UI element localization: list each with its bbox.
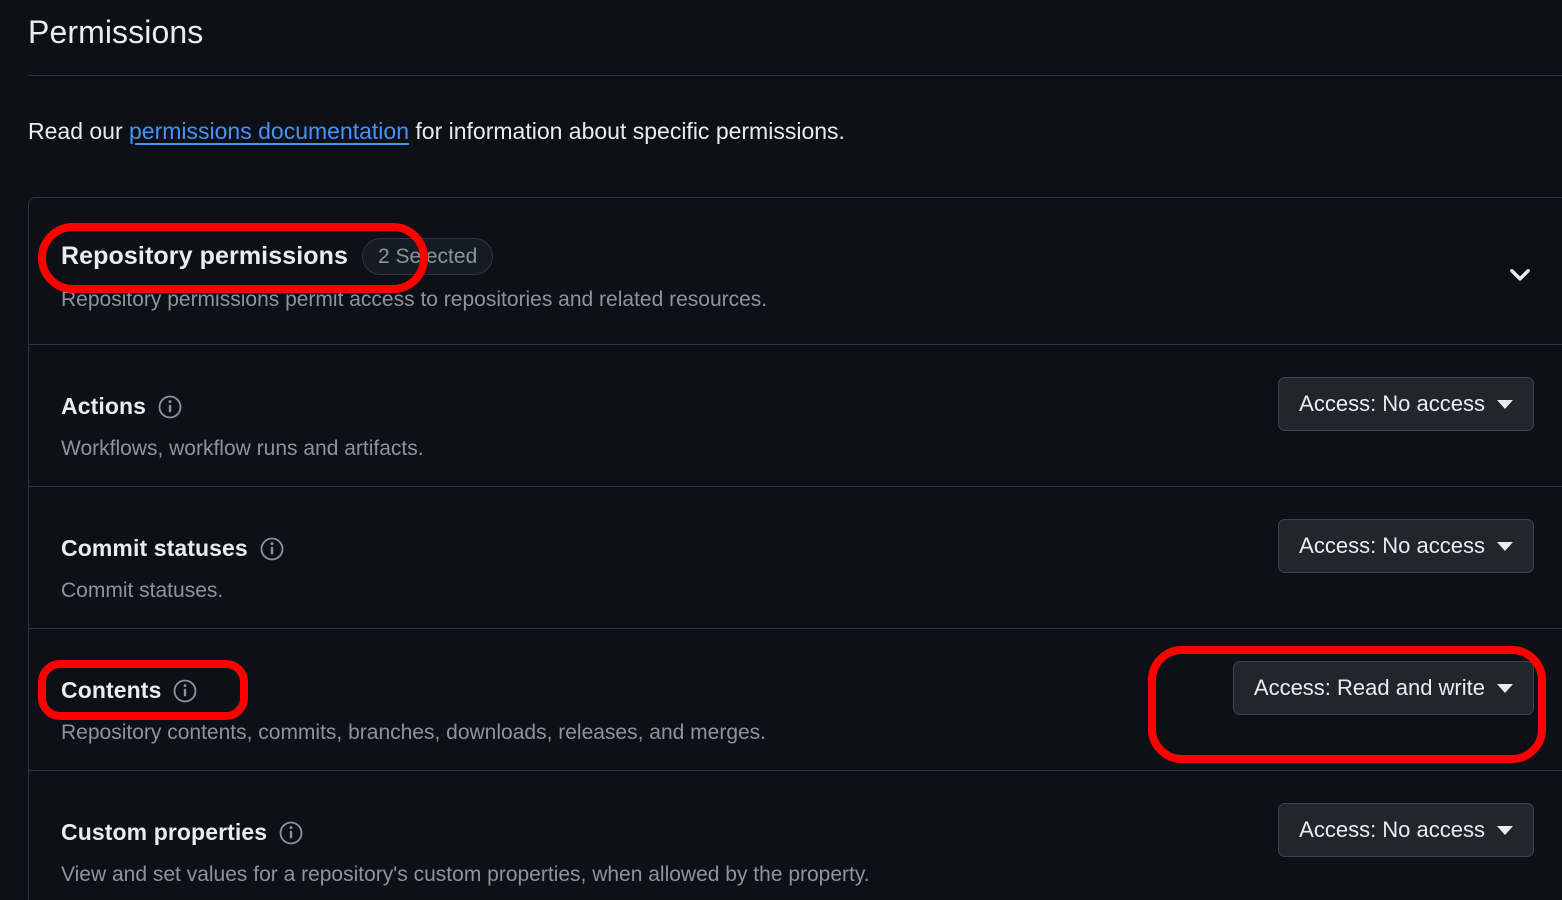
- permission-description-contents: Repository contents, commits, branches, …: [61, 718, 766, 748]
- custom-properties-access-dropdown[interactable]: Access: No access: [1278, 803, 1534, 857]
- contents-access-label: Access: Read and write: [1254, 675, 1485, 701]
- page-title: Permissions: [28, 9, 203, 55]
- commit-statuses-access-dropdown[interactable]: Access: No access: [1278, 519, 1534, 573]
- intro-suffix: for information about specific permissio…: [409, 118, 845, 144]
- permission-title-custom-properties: Custom properties: [61, 819, 267, 846]
- caret-down-icon: [1497, 400, 1513, 409]
- custom-properties-access-label: Access: No access: [1299, 817, 1485, 843]
- permission-name-line: Custom properties: [61, 819, 303, 846]
- info-icon[interactable]: [158, 395, 182, 419]
- repository-permissions-card: Repository permissions 2 Selected Reposi…: [28, 197, 1562, 900]
- info-icon[interactable]: [260, 537, 284, 561]
- permission-row-contents: Contents Repository contents, commits, b…: [29, 629, 1562, 771]
- group-title-row: Repository permissions 2 Selected: [61, 238, 493, 275]
- permission-description-commit-statuses: Commit statuses.: [61, 576, 223, 606]
- chevron-down-icon[interactable]: [1506, 260, 1534, 288]
- permission-description-custom-properties: View and set values for a repository's c…: [61, 860, 870, 890]
- selected-count-badge: 2 Selected: [362, 238, 493, 275]
- actions-access-dropdown[interactable]: Access: No access: [1278, 377, 1534, 431]
- permission-description-actions: Workflows, workflow runs and artifacts.: [61, 434, 424, 464]
- permission-name-line: Commit statuses: [61, 535, 284, 562]
- permissions-documentation-link[interactable]: permissions documentation: [129, 118, 409, 144]
- commit-statuses-access-label: Access: No access: [1299, 533, 1485, 559]
- intro-prefix: Read our: [28, 118, 129, 144]
- repository-permissions-header[interactable]: Repository permissions 2 Selected Reposi…: [29, 198, 1562, 345]
- caret-down-icon: [1497, 826, 1513, 835]
- permission-title-commit-statuses: Commit statuses: [61, 535, 248, 562]
- permission-name-line: Contents: [61, 677, 197, 704]
- caret-down-icon: [1497, 684, 1513, 693]
- contents-permission-title: Contents: [61, 677, 161, 704]
- title-divider: [28, 75, 1562, 76]
- info-icon[interactable]: [279, 821, 303, 845]
- info-icon[interactable]: [173, 679, 197, 703]
- permission-title-actions: Actions: [61, 393, 146, 420]
- repository-permissions-title: Repository permissions: [61, 242, 348, 271]
- repository-permissions-description: Repository permissions permit access to …: [61, 285, 767, 315]
- intro-text: Read our permissions documentation for i…: [28, 114, 845, 148]
- permission-row-actions: Actions Workflows, workflow runs and art…: [29, 345, 1562, 487]
- caret-down-icon: [1497, 542, 1513, 551]
- permission-name-line: Actions: [61, 393, 182, 420]
- permission-row-custom-properties: Custom properties View and set values fo…: [29, 771, 1562, 900]
- contents-access-dropdown[interactable]: Access: Read and write: [1233, 661, 1534, 715]
- actions-access-label: Access: No access: [1299, 391, 1485, 417]
- permission-row-commit-statuses: Commit statuses Commit statuses. Access:…: [29, 487, 1562, 629]
- permissions-page: Permissions Read our permissions documen…: [0, 0, 1562, 900]
